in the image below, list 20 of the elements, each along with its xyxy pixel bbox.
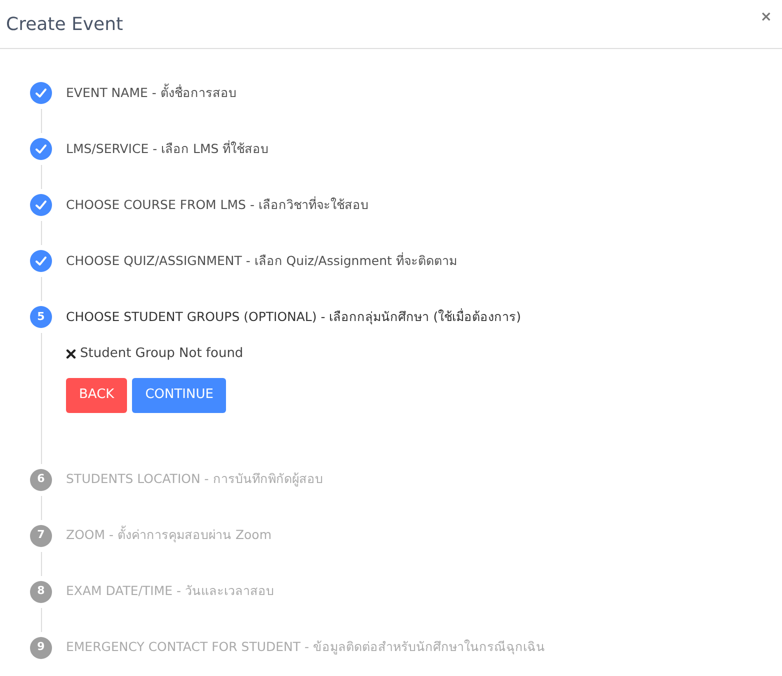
status-message: Student Group Not found: [80, 345, 244, 363]
close-button[interactable]: ×: [760, 10, 772, 24]
step-label: CHOOSE QUIZ/ASSIGNMENT - เลือก Quiz/Assignment ที่จะติดตาม: [66, 251, 457, 270]
step-label: EVENT NAME - ตั้งชื่อการสอบ: [66, 82, 236, 102]
step-number: 5: [30, 306, 52, 328]
step-label: STUDENTS LOCATION - การบันทึกพิกัดผู้สอบ: [66, 470, 323, 488]
dialog-title: Create Event: [6, 12, 124, 36]
step-label: EMERGENCY CONTACT FOR STUDENT - ข้อมูลติดต่อสำหรับนักศึกษาในกรณีฉุกเฉิน: [66, 638, 545, 656]
step-label: CHOOSE COURSE FROM LMS - เลือกวิชาที่จะใช้สอบ: [66, 195, 368, 214]
step-number: 9: [30, 636, 52, 658]
step-number: 7: [30, 524, 52, 546]
step-label: CHOOSE STUDENT GROUPS (OPTIONAL) - เลือกกลุ่มนักศึกษา (ใช้เมื่อต้องการ): [66, 307, 521, 326]
step-number: 6: [30, 468, 52, 490]
back-button[interactable]: BACK: [66, 378, 128, 412]
step-label: EXAM DATE/TIME - วันและเวลาสอบ: [66, 582, 274, 600]
continue-button[interactable]: CONTINUE: [132, 378, 226, 412]
close-icon: [66, 348, 76, 359]
step-number: 8: [30, 580, 52, 602]
step-label: ZOOM - ตั้งค่าการคุมสอบผ่าน Zoom: [66, 524, 272, 544]
step-label: LMS/SERVICE - เลือก LMS ที่ใช้สอบ: [66, 139, 269, 158]
